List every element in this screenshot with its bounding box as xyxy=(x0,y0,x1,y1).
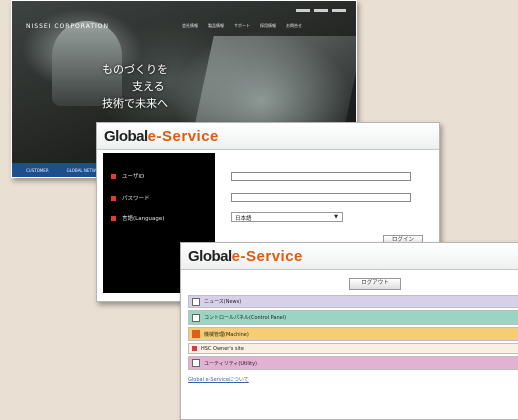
brand-eservice: e-Service xyxy=(231,247,303,265)
user-id-label: ユーザID xyxy=(122,174,145,180)
menu-item-machine[interactable]: 機械管理(Machine) xyxy=(188,327,518,341)
brand-eservice: e-Service xyxy=(147,127,219,145)
password-input[interactable] xyxy=(231,193,411,202)
chevron-down-icon: ▼ xyxy=(334,214,338,220)
hero-headline: ものづくりを 支える 技術で未来へ xyxy=(102,61,168,112)
password-row: パスワード xyxy=(111,194,150,202)
menu-brand-bar: Global e-Service xyxy=(181,243,518,270)
password-label: パスワード xyxy=(122,196,150,202)
nav-item[interactable]: サポート xyxy=(234,23,250,29)
utility-link-1[interactable] xyxy=(296,9,310,12)
menu-item-hsc-owners-site[interactable]: HSC Owner's site xyxy=(188,343,518,354)
bottom-link[interactable]: CUSTOMER xyxy=(26,168,49,173)
language-row: 言語(Language) xyxy=(111,214,164,222)
machine-icon xyxy=(192,330,200,338)
news-icon xyxy=(192,297,200,306)
website-logo[interactable]: NISSEI CORPORATION xyxy=(26,23,109,30)
menu-window: Global e-Service ログアウト ニュース(News) コントロールパ… xyxy=(180,242,518,420)
utility-link-2[interactable] xyxy=(314,9,328,12)
menu-item-label: コントロールパネル(Control Panel) xyxy=(204,315,287,321)
menu-item-label: 機械管理(Machine) xyxy=(204,331,249,338)
utility-link-3[interactable] xyxy=(332,9,346,12)
menu-item-news[interactable]: ニュース(News) xyxy=(188,295,518,308)
brand-global: Global xyxy=(104,127,148,145)
bullet-icon xyxy=(111,215,116,221)
login-brand-bar: Global e-Service xyxy=(97,123,439,150)
bullet-icon xyxy=(111,173,116,179)
headline-line: 支える xyxy=(132,80,165,93)
about-link[interactable]: Global e-Serviceについて xyxy=(188,376,249,383)
nav-item[interactable]: 会社情報 xyxy=(182,23,198,29)
utility-icon xyxy=(192,359,200,367)
main-menu: ニュース(News) コントロールパネル(Control Panel) 機械管理… xyxy=(188,295,518,372)
logout-button[interactable]: ログアウト xyxy=(349,278,401,290)
nav-item[interactable]: お問合せ xyxy=(286,23,302,29)
menu-item-label: ニュース(News) xyxy=(204,299,242,305)
website-nav: 会社情報 製品情報 サポート 採用情報 お問合せ xyxy=(182,23,302,29)
top-utility-bar xyxy=(296,9,346,12)
bullet-icon xyxy=(192,346,197,351)
headline-line: 技術で未来へ xyxy=(102,97,168,110)
user-id-row: ユーザID xyxy=(111,172,144,180)
menu-item-label: HSC Owner's site xyxy=(201,345,244,352)
nav-item[interactable]: 採用情報 xyxy=(260,23,276,29)
brand-global: Global xyxy=(188,247,232,265)
language-select-value: 日本語 xyxy=(235,216,252,222)
menu-item-control-panel[interactable]: コントロールパネル(Control Panel) xyxy=(188,310,518,325)
control-panel-icon xyxy=(192,313,200,322)
headline-line: ものづくりを xyxy=(102,63,168,76)
bullet-icon xyxy=(111,195,116,201)
nav-item[interactable]: 製品情報 xyxy=(208,23,224,29)
menu-item-utility[interactable]: ユーティリティ(Utility) xyxy=(188,356,518,370)
user-id-input[interactable] xyxy=(231,172,411,181)
menu-item-label: ユーティリティ(Utility) xyxy=(204,360,258,367)
language-label: 言語(Language) xyxy=(122,216,165,222)
language-select[interactable]: 日本語 ▼ xyxy=(231,212,343,222)
